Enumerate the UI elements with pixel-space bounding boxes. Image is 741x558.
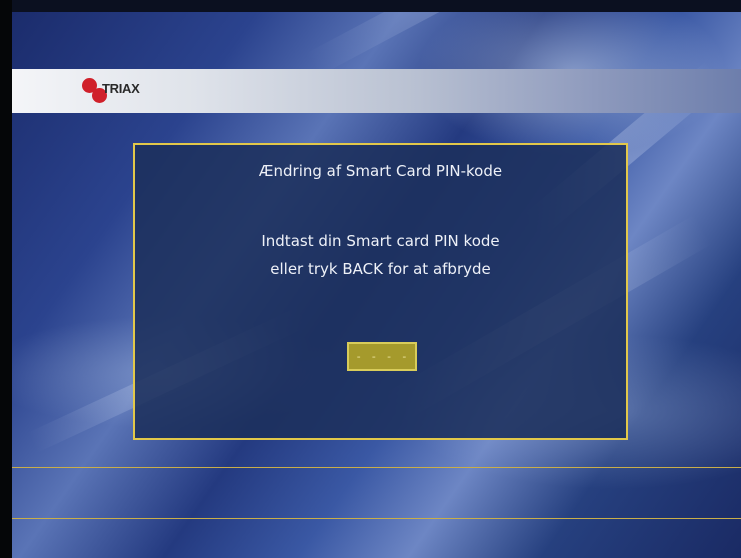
dialog-title: Ændring af Smart Card PIN-kode — [258, 162, 503, 180]
left-border — [0, 0, 12, 558]
top-border — [0, 0, 741, 12]
logo-text: TRIAX — [102, 81, 140, 96]
pin-change-dialog: Ændring af Smart Card PIN-kode Indtast d… — [133, 143, 628, 440]
divider-line — [12, 518, 741, 519]
pin-input-field[interactable]: - - - - — [347, 342, 417, 371]
triax-logo: TRIAX — [82, 78, 162, 108]
tv-screen: TRIAX Ændring af Smart Card PIN-kode Ind… — [0, 0, 741, 558]
dialog-message-line-1: Indtast din Smart card PIN kode — [261, 232, 500, 250]
dialog-message-line-2: eller tryk BACK for at afbryde — [270, 260, 491, 278]
divider-line — [12, 467, 741, 468]
